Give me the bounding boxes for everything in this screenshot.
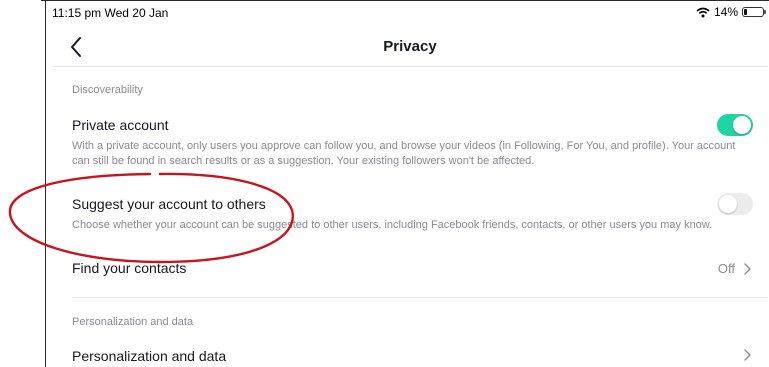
frame-edge — [45, 0, 46, 367]
status-bar: 11:15 pm Wed 20 Jan 14% — [52, 4, 766, 22]
suggest-account-label: Suggest your account to others — [72, 196, 266, 212]
suggest-account-description: Choose whether your account can be sugge… — [72, 219, 713, 231]
battery-percent: 14% — [713, 5, 738, 19]
battery-icon — [742, 7, 766, 17]
frame-edge — [45, 0, 769, 1]
section-divider — [72, 297, 768, 298]
personalization-row[interactable]: Personalization and data — [72, 348, 672, 364]
toggle-knob — [733, 116, 751, 134]
section-label-discoverability: Discoverability — [72, 84, 143, 96]
private-account-description: With a private account, only users you a… — [72, 140, 736, 167]
find-contacts-row[interactable]: Find your contacts — [72, 260, 672, 276]
find-contacts-value: Off — [717, 261, 735, 276]
navigation-bar: Privacy — [52, 28, 768, 67]
private-account-label: Private account — [72, 117, 169, 133]
page-title: Privacy — [383, 38, 437, 55]
wifi-icon — [696, 7, 710, 17]
chevron-right-icon — [744, 349, 751, 361]
private-account-toggle[interactable] — [717, 114, 753, 136]
status-time: 11:15 pm Wed 20 Jan — [52, 6, 169, 20]
status-indicators: 14% — [696, 5, 766, 19]
chevron-right-icon — [744, 262, 751, 275]
section-label-personalization: Personalization and data — [72, 316, 194, 328]
toggle-knob — [719, 195, 737, 213]
personalization-chevron[interactable] — [743, 349, 751, 361]
suggest-account-toggle[interactable] — [717, 193, 753, 215]
find-contacts-status[interactable]: Off — [718, 261, 751, 276]
